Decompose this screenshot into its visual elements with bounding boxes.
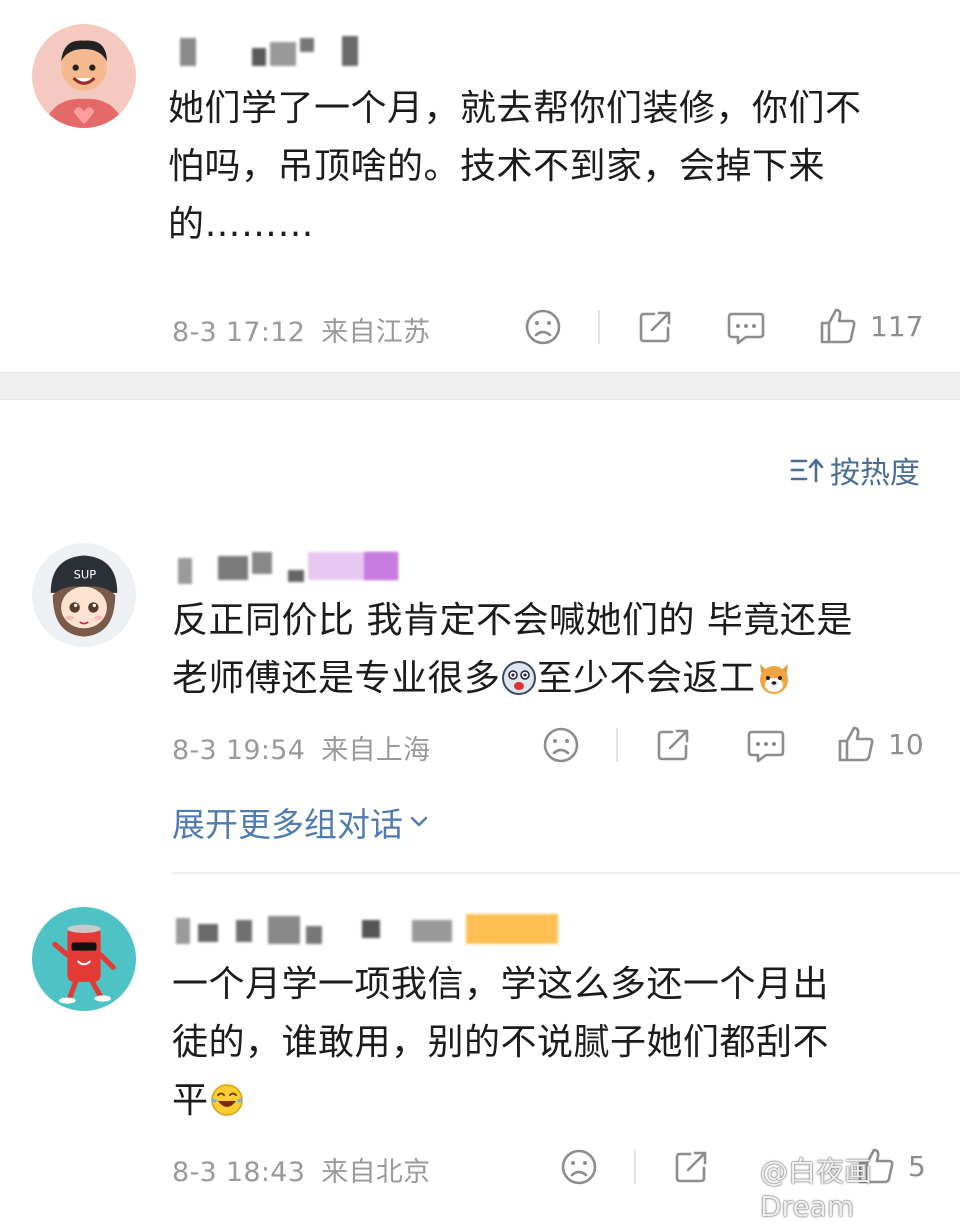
comment-meta: 8-3 18:43 来自北京 — [172, 1150, 430, 1189]
sad-face-icon — [543, 727, 579, 763]
comment-line: 的……… — [168, 204, 315, 245]
username-redacted[interactable] — [176, 912, 576, 952]
action-divider — [598, 310, 600, 344]
comment-text: 反正同价比 我肯定不会喊她们的 毕竟还是 老师傅还是专业很多 至少不会返工 — [172, 592, 853, 708]
like-button[interactable]: 117 — [818, 306, 923, 346]
comment-location: 来自北京 — [321, 1157, 431, 1188]
action-divider — [634, 1150, 636, 1184]
comment-line: 至少不会返工 — [536, 658, 756, 699]
sad-face-icon — [525, 309, 561, 345]
comment-time: 8-3 19:54 — [172, 735, 306, 766]
comment-line: 怕吗，吊顶啥的。技术不到家，会掉下来 — [168, 146, 826, 187]
comment-line: 反正同价比 我肯定不会喊她们的 毕竟还是 — [172, 600, 853, 641]
share-button[interactable] — [654, 726, 692, 764]
comment-location: 来自江苏 — [321, 317, 431, 348]
watermark: @白夜画Dream — [760, 1155, 873, 1223]
comment-line: 平 — [172, 1080, 209, 1121]
comment-location: 来自上海 — [321, 735, 431, 766]
comment-line: 老师傅还是专业很多 — [172, 658, 501, 699]
comment-icon — [727, 312, 765, 345]
comment-time: 8-3 17:12 — [172, 317, 306, 348]
thumbs-up-icon — [820, 308, 856, 344]
avatar[interactable] — [32, 24, 136, 128]
reply-button[interactable] — [746, 726, 786, 764]
section-separator — [0, 372, 960, 400]
sort-by-hot-button[interactable]: 按热度 — [790, 448, 920, 492]
avatar[interactable] — [32, 907, 136, 1011]
comment-text: 她们学了一个月，就去帮你们装修，你们不 怕吗，吊顶啥的。技术不到家，会掉下来 的… — [168, 80, 862, 254]
comment-line: 一个月学一项我信，学这么多还一个月出 — [172, 964, 830, 1005]
share-button[interactable] — [672, 1148, 710, 1186]
avatar[interactable]: SUP — [32, 543, 136, 647]
sort-label: 按热度 — [830, 456, 920, 491]
like-button[interactable]: 10 — [836, 724, 924, 764]
sad-face-icon — [561, 1149, 597, 1185]
sort-icon — [790, 458, 824, 483]
reply-button[interactable] — [726, 308, 766, 346]
comment-line: 她们学了一个月，就去帮你们装修，你们不 — [168, 88, 862, 129]
comment-line: 徒的，谁敢用，别的不说腻子她们都刮不 — [172, 1022, 830, 1063]
comment-meta: 8-3 19:54 来自上海 — [172, 728, 430, 767]
dislike-button[interactable] — [542, 726, 580, 764]
expand-more-replies-link[interactable]: 展开更多组对话 — [172, 798, 431, 846]
thumbs-up-icon — [838, 726, 874, 762]
username-redacted[interactable] — [180, 34, 400, 74]
share-button[interactable] — [636, 308, 674, 346]
share-icon — [657, 729, 689, 761]
chevron-down-icon — [410, 816, 428, 827]
dog-face-emoji-icon — [759, 664, 788, 694]
like-count: 10 — [888, 727, 924, 761]
share-icon — [639, 311, 671, 343]
username-redacted[interactable] — [178, 548, 408, 588]
comment-time: 8-3 18:43 — [172, 1157, 306, 1188]
dislike-button[interactable] — [560, 1148, 598, 1186]
laughing-crying-emoji-icon — [210, 1084, 243, 1116]
expand-label: 展开更多组对话 — [172, 805, 403, 844]
comment-divider — [172, 872, 960, 874]
like-count: 117 — [870, 309, 924, 343]
dislike-button[interactable] — [524, 308, 562, 346]
action-divider — [616, 728, 618, 762]
comment-meta: 8-3 17:12 来自江苏 — [172, 310, 430, 349]
comment-icon — [747, 730, 785, 763]
share-icon — [675, 1151, 707, 1183]
comment-text: 一个月学一项我信，学这么多还一个月出 徒的，谁敢用，别的不说腻子她们都刮不 平 — [172, 956, 829, 1130]
svg-text:SUP: SUP — [74, 567, 97, 581]
dizzy-face-emoji-icon — [501, 661, 536, 695]
